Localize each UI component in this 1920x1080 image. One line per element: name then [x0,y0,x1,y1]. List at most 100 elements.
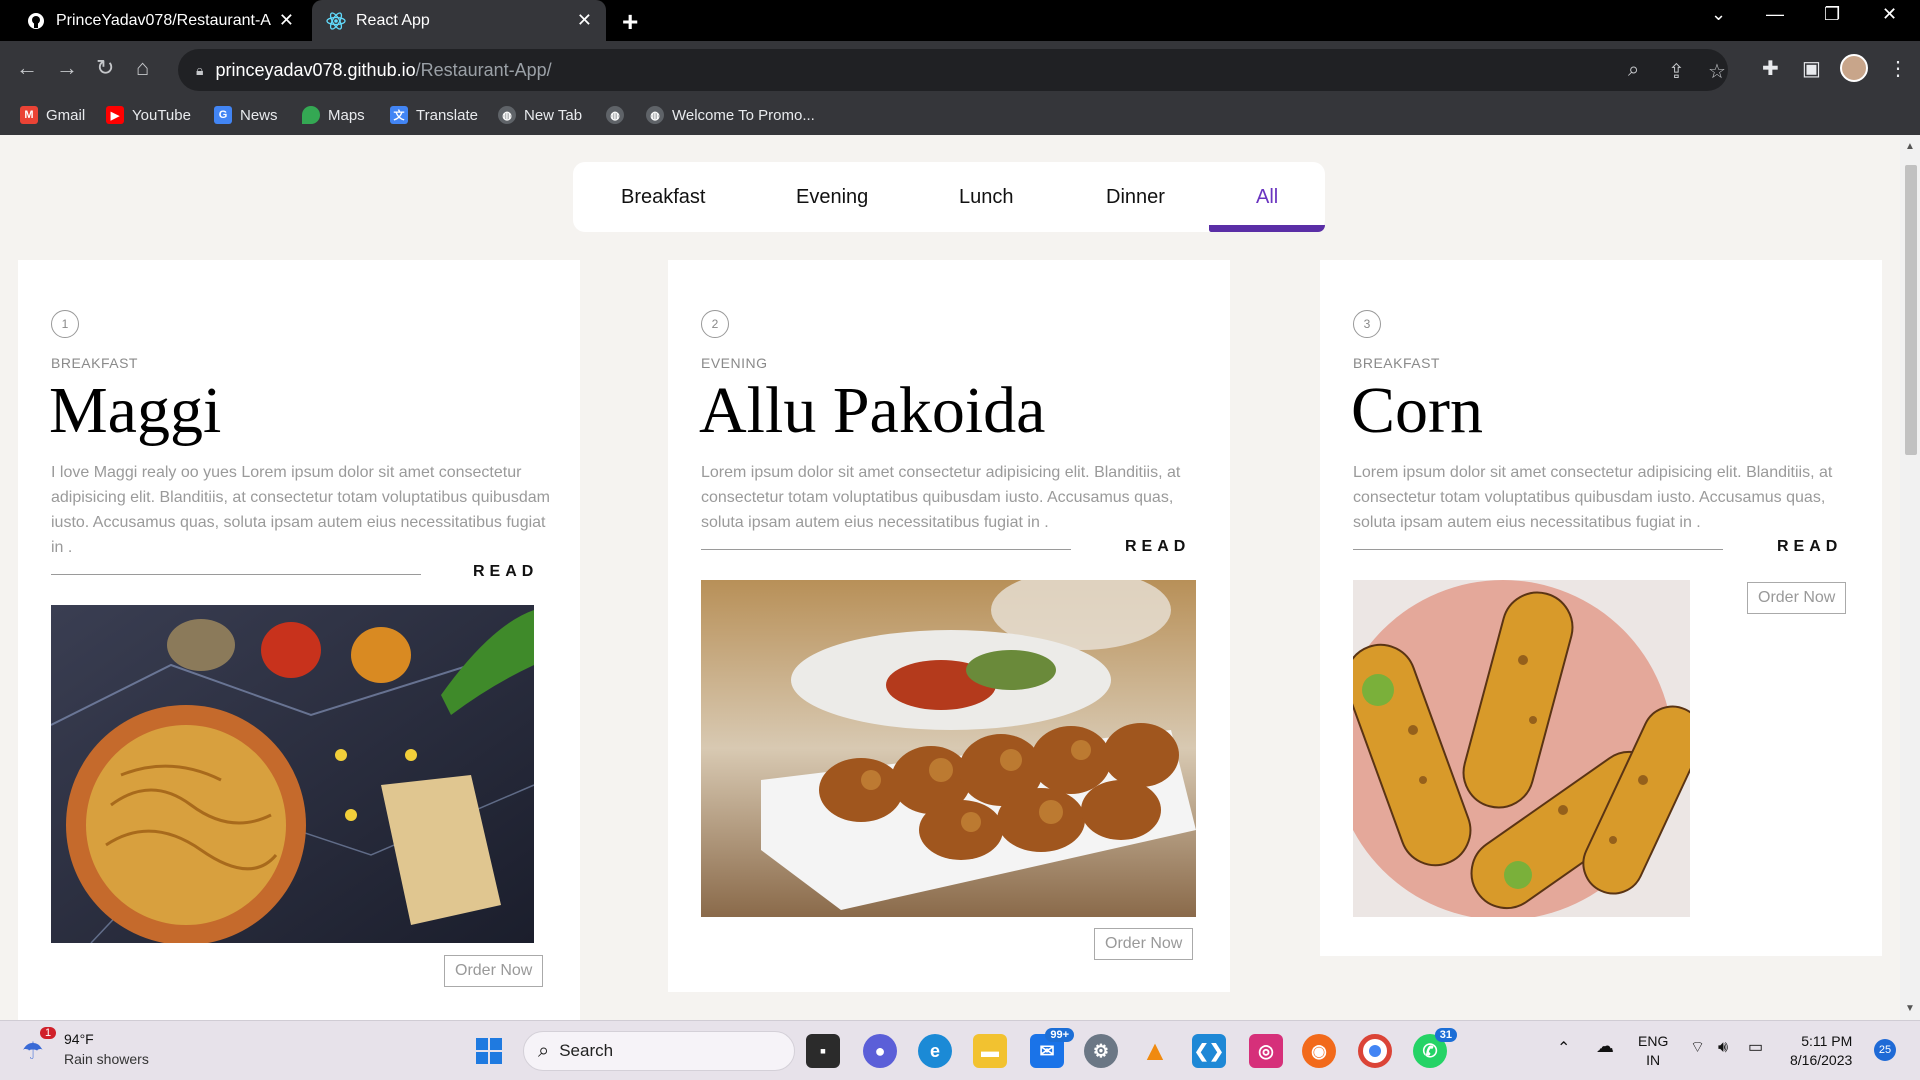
extensions-icon[interactable]: ✚ [1762,56,1779,81]
mail-icon[interactable]: ✉ 99+ [1030,1028,1074,1068]
divider [1353,549,1723,550]
grilled-corn-photo [1353,580,1690,917]
task-view-icon[interactable]: ▪ [806,1034,840,1068]
tray-chevron-up-icon[interactable]: ⌃ [1557,1039,1570,1058]
url-path: /Restaurant-App/ [415,59,552,80]
divider [51,574,421,575]
firefox-icon[interactable]: ◉ [1302,1034,1336,1068]
bookmarks-bar: M Gmail ▶ YouTube G News Maps 文 Translat… [0,98,1920,135]
battery-icon[interactable]: ▭ [1748,1038,1763,1057]
settings-gear-icon[interactable]: ⚙ [1084,1034,1118,1068]
clock-time: 5:11 PM [1801,1033,1853,1049]
read-link[interactable]: READ [1777,538,1842,556]
close-window-icon[interactable]: ✕ [1882,4,1897,25]
vscode-icon[interactable]: ❮❯ [1192,1034,1226,1068]
restore-icon[interactable]: ❐ [1824,4,1840,25]
tab-all[interactable]: All [1256,162,1278,232]
bookmark-youtube[interactable]: ▶ YouTube [106,106,191,124]
menu-kebab-icon[interactable]: ⋮ [1888,56,1908,81]
menu-card-corn: 3 BREAKFAST Corn Lorem ipsum dolor sit a… [1320,260,1882,956]
start-windows-icon[interactable] [472,1034,506,1068]
wifi-icon[interactable]: ⌔ [1690,1038,1705,1057]
gmail-icon: M [20,106,38,124]
bookmark-label: New Tab [524,106,583,124]
bookmark-unnamed[interactable]: ◍ [606,106,632,124]
browser-toolbar: ← → ↻ ⌂ 🔒︎ princeyadav078.github.io /Res… [0,41,1920,98]
tab-lunch[interactable]: Lunch [959,162,1014,232]
new-tab-button[interactable]: + [622,6,638,38]
maggi-noodles-photo [51,605,534,943]
tab-github[interactable]: PrinceYadav078/Restaurant-App ✕ [12,0,308,41]
taskbar-search[interactable]: ⌕ Search [523,1031,795,1071]
back-icon[interactable]: ← [16,55,38,81]
vlc-icon[interactable]: ▲ [1138,1034,1172,1068]
close-icon[interactable]: ✕ [279,10,294,31]
volume-icon[interactable]: 🔊︎ [1718,1038,1728,1057]
maps-icon [302,106,320,124]
weather-widget[interactable]: ☂ 1 94°F Rain showers [22,1027,182,1071]
browser-tab-strip: PrinceYadav078/Restaurant-App ✕ React Ap… [0,0,1920,41]
reload-icon[interactable]: ↻ [96,55,114,81]
avatar[interactable] [1840,54,1868,82]
share-icon[interactable]: ⇪ [1668,59,1685,84]
react-icon [326,11,346,31]
windows-taskbar: ☂ 1 94°F Rain showers ⌕ Search ▪ ● e ▬ ✉… [0,1020,1920,1080]
bookmark-label: Gmail [46,106,86,124]
menu-card-allu-pakoida: 2 EVENING Allu Pakoida Lorem ipsum dolor… [668,260,1230,992]
address-bar[interactable]: 🔒︎ princeyadav078.github.io /Restaurant-… [178,49,1728,91]
tab-title: PrinceYadav078/Restaurant-App [56,11,271,29]
weather-desc: Rain showers [64,1051,149,1067]
tab-breakfast[interactable]: Breakfast [621,162,705,232]
menu-card-maggi: 1 BREAKFAST Maggi I love Maggi realy oo … [18,260,580,1020]
onedrive-cloud-icon[interactable]: ☁ [1596,1037,1614,1056]
close-icon[interactable]: ✕ [577,10,592,31]
input-language[interactable]: ENG IN [1638,1032,1668,1070]
bookmark-new-tab[interactable]: ◍ New Tab [498,106,582,124]
whatsapp-icon[interactable]: ✆ 31 [1413,1028,1457,1068]
tab-react-app[interactable]: React App ✕ [312,0,606,41]
search-icon: ⌕ [538,1039,550,1062]
order-now-button[interactable]: Order Now [1094,928,1194,960]
bookmark-star-icon[interactable]: ☆ [1708,59,1726,84]
bookmark-label: Translate [416,106,478,124]
lock-icon: 🔒︎ [196,61,204,78]
zoom-icon[interactable]: ⌕ [1628,59,1639,82]
item-category: BREAKFAST [1353,355,1440,371]
instagram-icon[interactable]: ◎ [1249,1034,1283,1068]
edge-icon[interactable]: e [918,1034,952,1068]
category-tabs: Breakfast Evening Lunch Dinner All [573,162,1325,232]
read-link[interactable]: READ [1125,538,1190,556]
url-host: princeyadav078.github.io [215,59,416,80]
tab-evening[interactable]: Evening [796,162,868,232]
bookmark-label: Welcome To Promo... [672,106,815,124]
order-now-button[interactable]: Order Now [1747,582,1847,614]
page-scrollbar[interactable]: ▲ ▼ [1900,135,1920,1020]
scroll-down-icon[interactable]: ▼ [1905,1003,1915,1014]
news-icon: G [214,106,232,124]
side-panel-icon[interactable]: ▣ [1802,56,1821,81]
teams-chat-icon[interactable]: ● [863,1034,897,1068]
item-title: Allu Pakoida [699,374,1046,447]
pakoda-plate-photo [701,580,1196,917]
globe-icon: ◍ [646,106,664,124]
tab-search-chevron-icon[interactable]: ⌄ [1711,4,1726,25]
forward-icon[interactable]: → [56,55,78,81]
read-link[interactable]: READ [473,563,538,581]
bookmark-translate[interactable]: 文 Translate [390,106,478,124]
notification-count-badge[interactable]: 25 [1874,1039,1896,1061]
chrome-icon[interactable] [1358,1034,1392,1068]
file-explorer-icon[interactable]: ▬ [973,1034,1007,1068]
tab-dinner[interactable]: Dinner [1106,162,1165,232]
scroll-thumb[interactable] [1905,165,1917,455]
bookmark-news[interactable]: G News [214,106,278,124]
order-now-button[interactable]: Order Now [444,955,544,987]
home-icon[interactable]: ⌂ [136,55,149,81]
scroll-up-icon[interactable]: ▲ [1905,141,1915,152]
bookmark-maps[interactable]: Maps [302,106,365,124]
minimize-icon[interactable]: — [1766,4,1784,25]
item-title: Corn [1351,374,1483,447]
item-number: 1 [51,310,79,338]
clock[interactable]: 5:11 PM 8/16/2023 [1790,1032,1852,1070]
bookmark-welcome-promo[interactable]: ◍ Welcome To Promo... [646,106,815,124]
bookmark-gmail[interactable]: M Gmail [20,106,85,124]
